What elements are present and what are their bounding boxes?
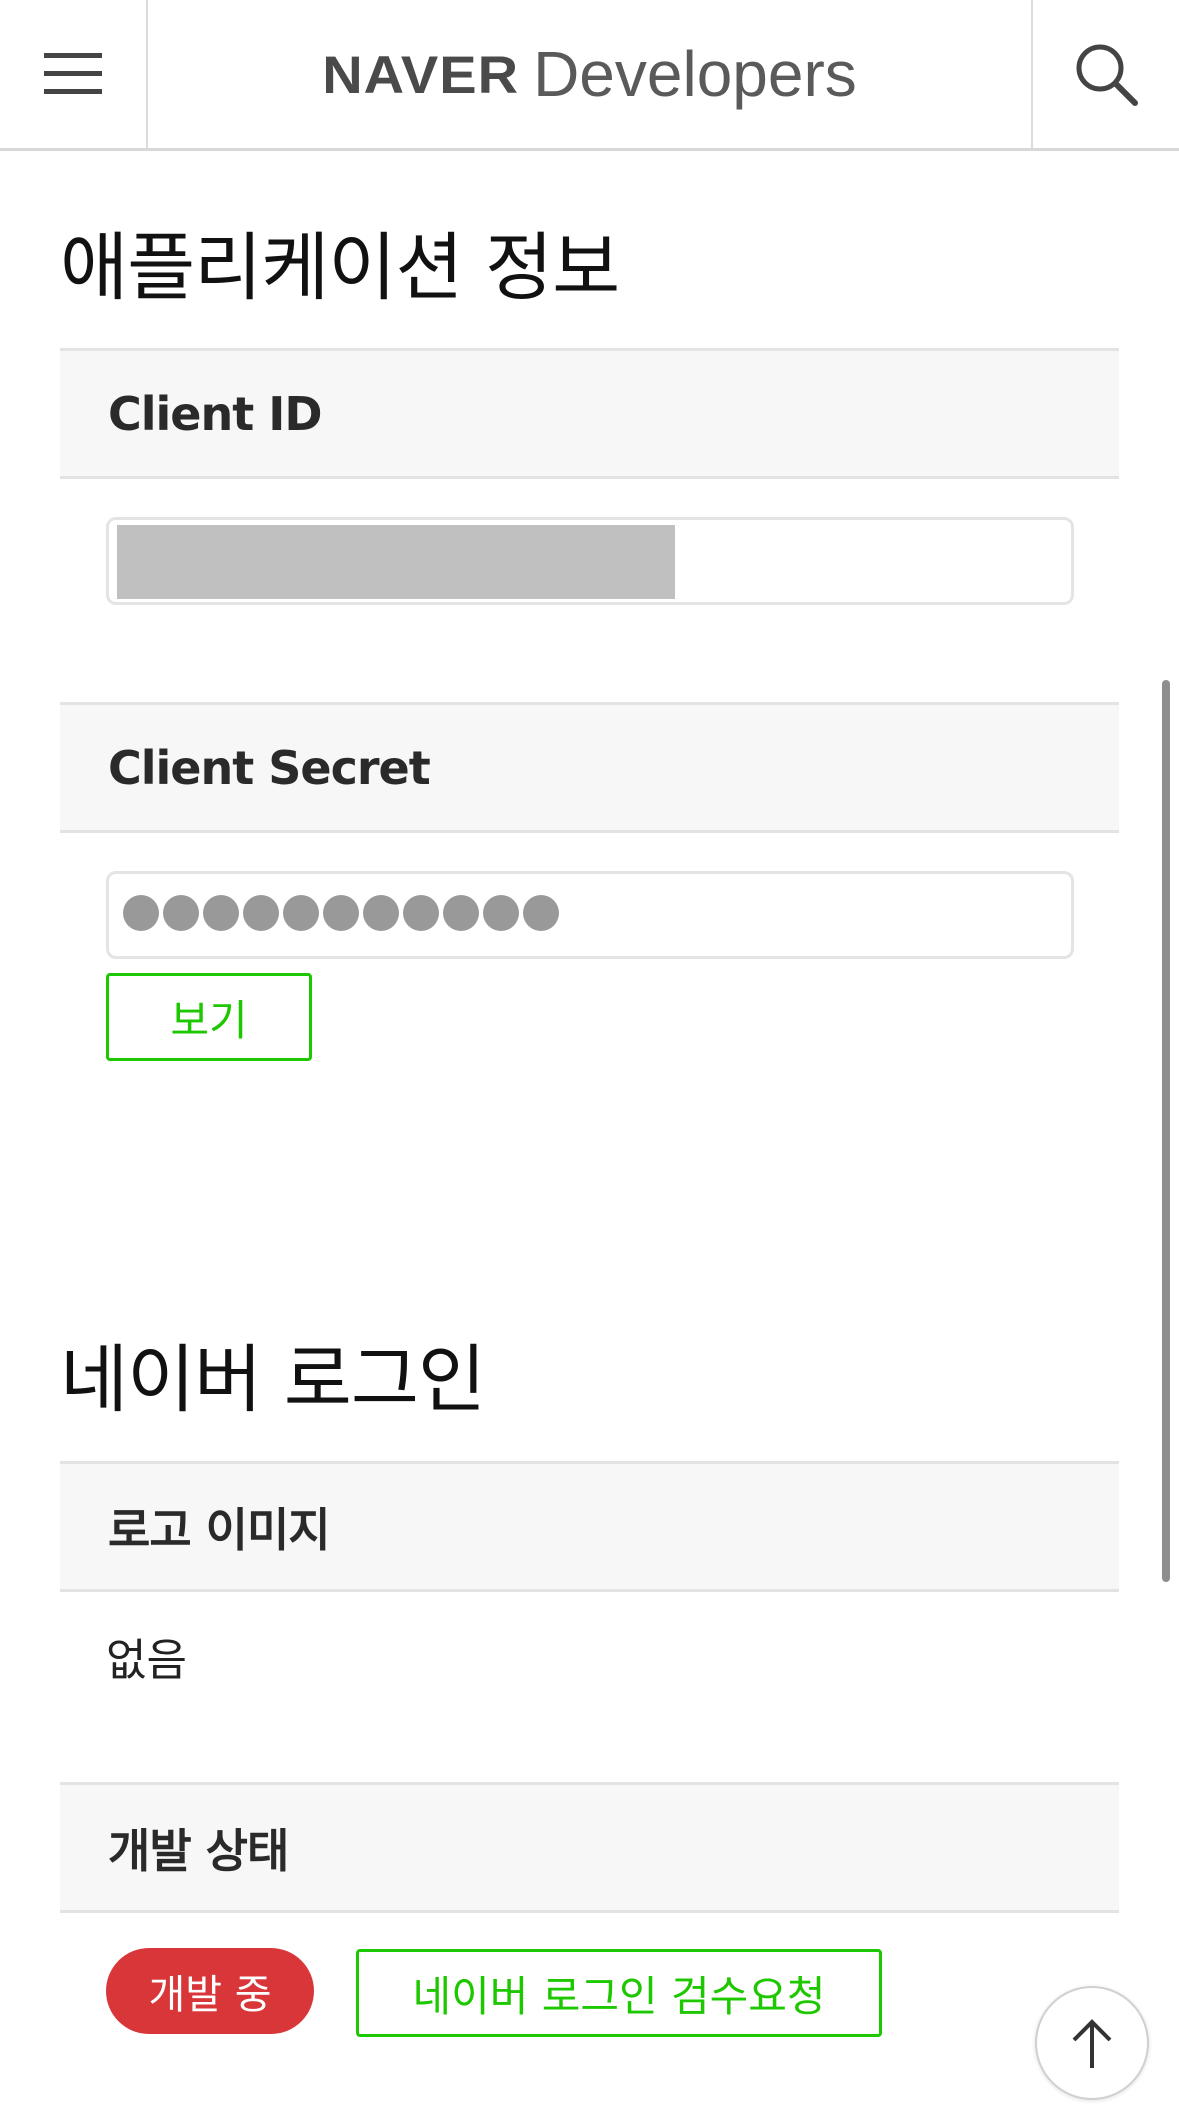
mask-dot [203, 895, 239, 931]
logo-product-text: Developers [533, 38, 857, 110]
naver-login-title: 네이버 로그인 [60, 1337, 486, 1423]
client-id-redacted-value [117, 525, 675, 599]
client-id-label: Client ID [108, 386, 323, 441]
mask-dot [363, 895, 399, 931]
logo-image-label: 로고 이미지 [108, 1502, 331, 1557]
hamburger-menu-icon [44, 53, 102, 94]
mask-dot [523, 895, 559, 931]
naver-developers-logo[interactable]: NAVER Developers [150, 0, 1029, 148]
menu-button[interactable] [0, 0, 148, 148]
logo-brand-text: NAVER [322, 44, 520, 104]
top-navigation-bar: NAVER Developers [0, 0, 1179, 151]
scroll-to-top-button[interactable] [1035, 1986, 1149, 2100]
mask-dot [323, 895, 359, 931]
show-secret-button[interactable]: 보기 [106, 973, 312, 1061]
dev-status-label-row: 개발 상태 [60, 1782, 1119, 1913]
mask-dot [403, 895, 439, 931]
mask-dot [243, 895, 279, 931]
client-secret-field[interactable] [106, 871, 1074, 959]
mask-dot [483, 895, 519, 931]
client-secret-label: Client Secret [108, 740, 431, 795]
login-review-request-button[interactable]: 네이버 로그인 검수요청 [356, 1949, 882, 2037]
mask-dot [123, 895, 159, 931]
logo-image-label-row: 로고 이미지 [60, 1461, 1119, 1592]
app-info-title: 애플리케이션 정보 [60, 225, 620, 311]
vertical-scrollbar[interactable] [1162, 680, 1170, 1582]
dev-status-badge: 개발 중 [106, 1948, 314, 2034]
dev-status-badge-text: 개발 중 [148, 1972, 272, 2018]
client-secret-masked-value [123, 895, 559, 931]
dev-status-label: 개발 상태 [108, 1823, 289, 1878]
client-id-label-row: Client ID [60, 348, 1119, 479]
search-icon [1076, 44, 1138, 106]
client-secret-label-row: Client Secret [60, 702, 1119, 833]
client-id-field[interactable] [106, 517, 1074, 605]
mask-dot [443, 895, 479, 931]
search-button[interactable] [1031, 0, 1179, 148]
mask-dot [283, 895, 319, 931]
arrow-up-icon [1072, 2019, 1112, 2068]
mask-dot [163, 895, 199, 931]
show-secret-button-label: 보기 [170, 995, 248, 1045]
login-review-request-label: 네이버 로그인 검수요청 [412, 1971, 826, 2021]
logo-image-value: 없음 [106, 1635, 187, 1686]
